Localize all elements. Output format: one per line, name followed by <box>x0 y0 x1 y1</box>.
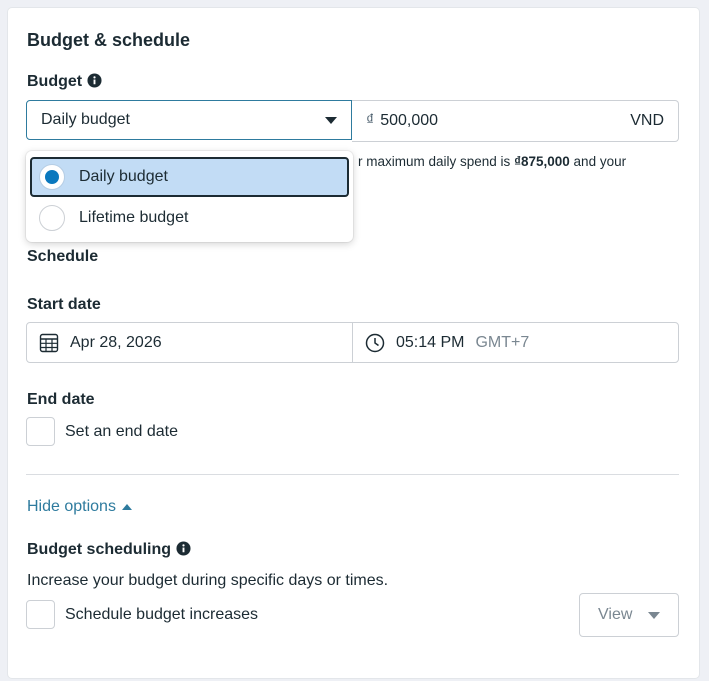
budget-hint-value: ₫875,000 <box>514 154 570 169</box>
budget-hint-suffix: and your <box>569 154 627 169</box>
start-date-value: Apr 28, 2026 <box>70 333 162 351</box>
view-button[interactable]: View <box>579 593 679 637</box>
start-time-value: 05:14 PM <box>396 333 465 351</box>
info-icon[interactable] <box>176 541 191 556</box>
start-date-label: Start date <box>27 296 101 313</box>
budget-label: Budget <box>27 73 83 90</box>
budget-type-select[interactable]: Daily budget <box>26 100 352 140</box>
budget-label-row: Budget <box>27 73 102 91</box>
currency-symbol: ₫ <box>366 112 375 129</box>
schedule-increases-row: Schedule budget increases <box>26 600 258 629</box>
section-title: Budget & schedule <box>27 30 191 50</box>
start-date-input[interactable]: Apr 28, 2026 <box>26 322 353 363</box>
timezone-label: GMT+7 <box>475 333 530 351</box>
hide-options-link[interactable]: Hide options <box>27 498 132 516</box>
caret-down-icon <box>648 611 660 619</box>
option-label: Lifetime budget <box>79 209 189 226</box>
radio-dot-icon <box>45 170 59 184</box>
radio-unselected[interactable] <box>39 205 65 231</box>
caret-up-icon <box>121 504 132 510</box>
caret-down-icon <box>325 116 337 124</box>
budget-scheduling-label-row: Budget scheduling <box>27 541 191 559</box>
currency-code: VND <box>630 112 664 129</box>
end-date-checkbox-label: Set an end date <box>65 422 178 440</box>
hide-options-label: Hide options <box>27 498 116 515</box>
budget-hint: r maximum daily spend is ₫875,000 and yo… <box>358 154 626 169</box>
budget-type-value: Daily budget <box>41 111 130 128</box>
calendar-icon <box>39 333 59 352</box>
end-date-label: End date <box>27 391 95 408</box>
start-time-input[interactable]: 05:14 PM GMT+7 <box>352 322 679 363</box>
schedule-increases-checkbox[interactable] <box>26 600 55 629</box>
budget-amount-value: 500,000 <box>380 112 439 129</box>
budget-amount-input[interactable]: ₫ 500,000 VND <box>352 100 679 142</box>
end-date-row: Set an end date <box>26 417 178 446</box>
end-date-checkbox[interactable] <box>26 417 55 446</box>
budget-scheduling-label: Budget scheduling <box>27 541 171 558</box>
option-lifetime-budget[interactable]: Lifetime budget <box>30 198 349 238</box>
budget-type-dropdown: Daily budget Lifetime budget <box>26 151 353 242</box>
info-icon[interactable] <box>87 73 102 88</box>
option-label: Daily budget <box>79 168 168 185</box>
schedule-increases-label: Schedule budget increases <box>65 605 259 623</box>
view-button-label: View <box>598 606 633 623</box>
clock-icon <box>365 333 385 352</box>
divider <box>26 474 679 475</box>
budget-scheduling-description: Increase your budget during specific day… <box>27 572 389 589</box>
schedule-label: Schedule <box>27 248 99 265</box>
radio-selected[interactable] <box>39 164 65 190</box>
option-daily-budget[interactable]: Daily budget <box>30 157 349 197</box>
budget-hint-prefix: r maximum daily spend is <box>358 154 515 169</box>
